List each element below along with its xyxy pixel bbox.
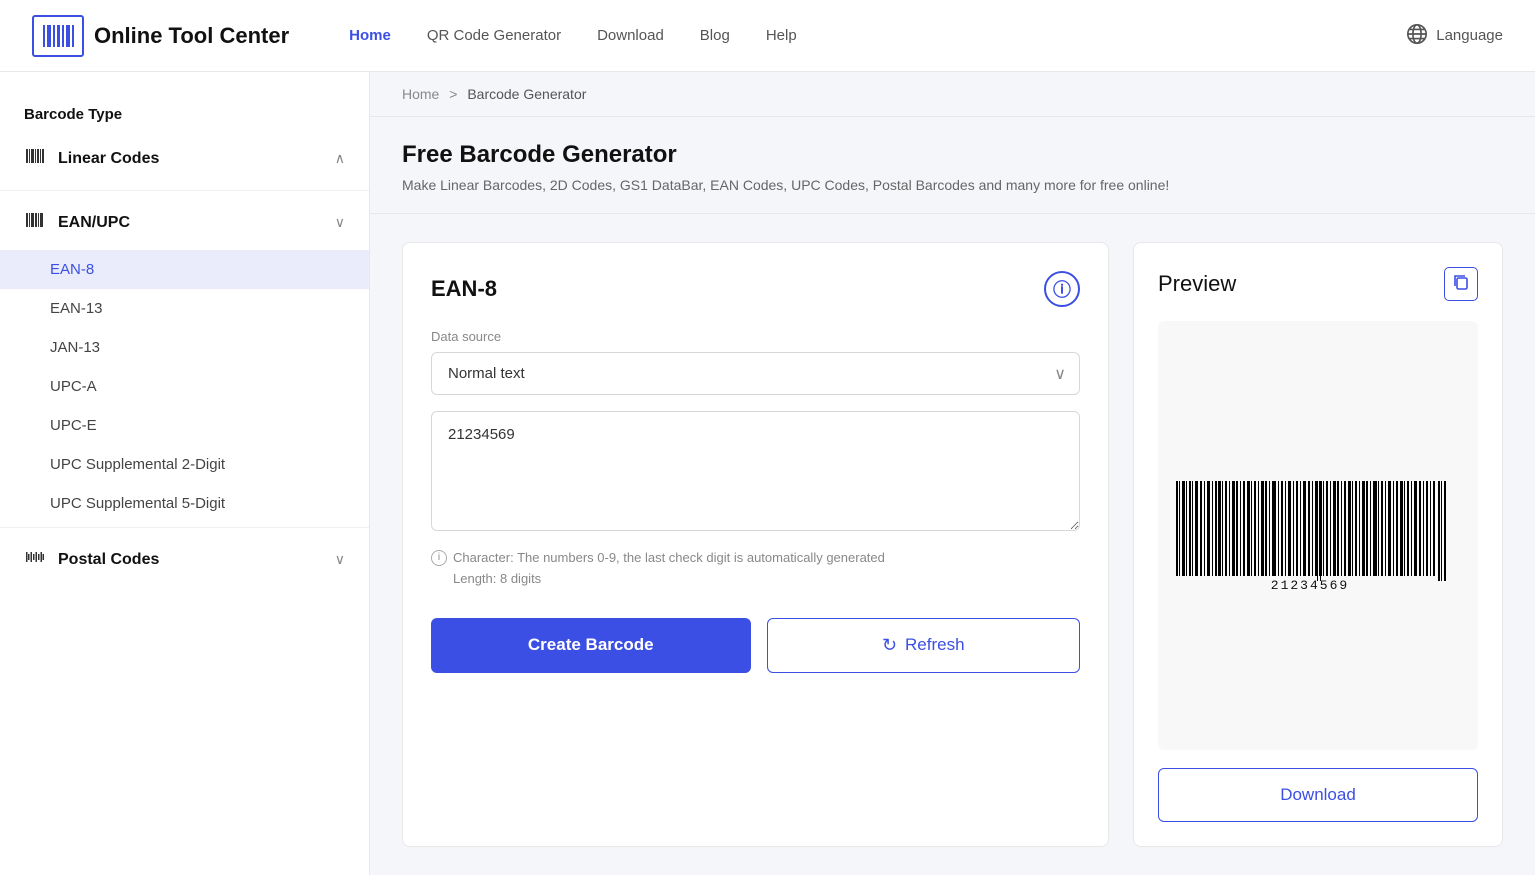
barcode-image: 21234569 (1168, 476, 1468, 596)
create-barcode-button[interactable]: Create Barcode (431, 618, 751, 673)
sidebar-section-linear[interactable]: Linear Codes ∧ (0, 131, 369, 186)
copy-button[interactable] (1444, 267, 1478, 301)
globe-icon (1406, 23, 1428, 49)
info-icon: ⓘ (1053, 276, 1071, 302)
sidebar-item-upc2digit[interactable]: UPC Supplemental 2-Digit (0, 445, 369, 484)
sidebar-item-ean13[interactable]: EAN-13 (0, 289, 369, 328)
main-layout: Barcode Type Linear Codes ∧ (0, 72, 1535, 875)
language-selector[interactable]: Language (1406, 23, 1503, 49)
postal-codes-chevron: ∨ (335, 551, 345, 568)
sidebar-item-jan13[interactable]: JAN-13 (0, 328, 369, 367)
char-info-line2: Length: 8 digits (453, 571, 541, 586)
sidebar: Barcode Type Linear Codes ∧ (0, 72, 370, 875)
linear-codes-label: Linear Codes (58, 150, 159, 168)
char-info-line1: Character: The numbers 0-9, the last che… (453, 550, 885, 565)
logo-text: Online Tool Center (94, 23, 289, 49)
barcode-type-header: EAN-8 ⓘ (431, 271, 1080, 307)
nav-download[interactable]: Download (597, 27, 664, 44)
barcode-type-title: EAN-8 (431, 276, 497, 302)
nav-help[interactable]: Help (766, 27, 797, 44)
sidebar-item-upca[interactable]: UPC-A (0, 367, 369, 406)
sidebar-item-upc5digit[interactable]: UPC Supplemental 5-Digit (0, 484, 369, 523)
sidebar-item-upce[interactable]: UPC-E (0, 406, 369, 445)
sidebar-section-ean-upc[interactable]: EAN/UPC ∨ (0, 195, 369, 250)
main-header: Online Tool Center Home QR Code Generato… (0, 0, 1535, 72)
sidebar-title: Barcode Type (0, 92, 369, 131)
ean-upc-label: EAN/UPC (58, 214, 130, 232)
postal-codes-icon (24, 546, 46, 573)
logo-barcode (43, 25, 74, 47)
char-info-icon: i (431, 550, 447, 566)
main-nav: Home QR Code Generator Download Blog Hel… (349, 27, 797, 44)
refresh-icon: ↻ (882, 635, 897, 656)
data-source-select[interactable]: Normal text Hexadecimal Base64 (431, 352, 1080, 395)
linear-codes-icon (24, 145, 46, 172)
postal-codes-label: Postal Codes (58, 551, 159, 569)
breadcrumb-separator: > (449, 86, 457, 102)
logo-icon (32, 15, 84, 57)
nav-blog[interactable]: Blog (700, 27, 730, 44)
sidebar-section-postal[interactable]: Postal Codes ∨ (0, 532, 369, 587)
refresh-label: Refresh (905, 635, 965, 655)
ean-upc-items: EAN-8 EAN-13 JAN-13 UPC-A UPC-E UPC Supp… (0, 250, 369, 523)
char-info-text: Character: The numbers 0-9, the last che… (453, 548, 885, 590)
hero-section: Free Barcode Generator Make Linear Barco… (370, 117, 1535, 214)
refresh-button[interactable]: ↻ Refresh (767, 618, 1081, 673)
data-source-label: Data source (431, 329, 1080, 344)
generator-wrapper: EAN-8 ⓘ Data source Normal text Hexadeci… (370, 214, 1535, 875)
language-label: Language (1436, 27, 1503, 44)
data-source-select-wrapper: Normal text Hexadecimal Base64 ∨ (431, 352, 1080, 395)
barcode-input[interactable]: 21234569 (431, 411, 1080, 531)
breadcrumb-home[interactable]: Home (402, 86, 439, 102)
svg-text:21234569: 21234569 (1271, 578, 1349, 593)
info-button[interactable]: ⓘ (1044, 271, 1080, 307)
download-button[interactable]: Download (1158, 768, 1478, 822)
logo[interactable]: Online Tool Center (32, 15, 289, 57)
content-area: Home > Barcode Generator Free Barcode Ge… (370, 72, 1535, 875)
preview-title: Preview (1158, 271, 1236, 297)
ean-upc-icon (24, 209, 46, 236)
linear-codes-chevron: ∧ (335, 150, 345, 167)
ean-upc-chevron: ∨ (335, 214, 345, 231)
nav-qr[interactable]: QR Code Generator (427, 27, 561, 44)
preview-panel: Preview (1133, 242, 1503, 847)
action-buttons: Create Barcode ↻ Refresh (431, 618, 1080, 673)
barcode-preview-area: 21234569 (1158, 321, 1478, 750)
preview-header: Preview (1158, 267, 1478, 301)
hero-title: Free Barcode Generator (402, 141, 1503, 169)
breadcrumb: Home > Barcode Generator (370, 72, 1535, 117)
sidebar-item-ean8[interactable]: EAN-8 (0, 250, 369, 289)
nav-home[interactable]: Home (349, 27, 391, 44)
generator-left-panel: EAN-8 ⓘ Data source Normal text Hexadeci… (402, 242, 1109, 847)
breadcrumb-current: Barcode Generator (467, 86, 586, 102)
hero-description: Make Linear Barcodes, 2D Codes, GS1 Data… (402, 177, 1503, 193)
copy-icon (1452, 273, 1470, 296)
char-info: i Character: The numbers 0-9, the last c… (431, 548, 1080, 590)
